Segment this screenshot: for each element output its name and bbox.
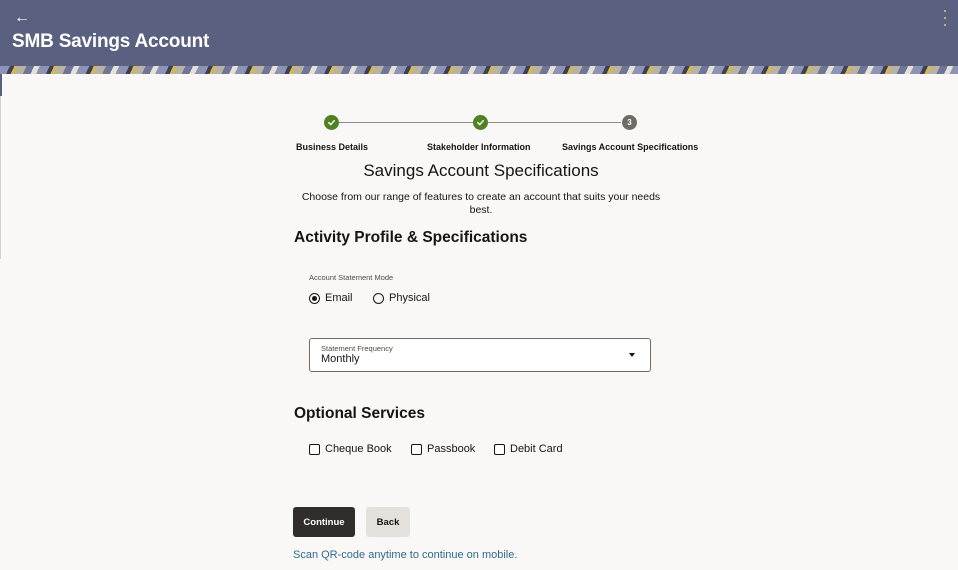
back-arrow-icon[interactable]: ← <box>14 8 34 28</box>
radio-unselected-icon[interactable] <box>373 292 384 304</box>
statement-frequency-label: Statement Frequency <box>321 344 393 353</box>
statement-mode-email-radio[interactable]: Email <box>309 292 353 304</box>
optional-services-heading: Optional Services <box>294 405 425 422</box>
stepper-connector <box>488 122 621 123</box>
checkbox-icon[interactable] <box>494 443 505 455</box>
side-indicator <box>0 74 2 96</box>
page-title: Savings Account Specifications <box>363 161 599 180</box>
continue-button[interactable]: Continue <box>293 507 355 537</box>
checkbox-label: Passbook <box>427 443 476 455</box>
stepper-connector <box>339 122 474 123</box>
app-header: ← SMB Savings Account <box>0 0 958 66</box>
statement-frequency-value: Monthly <box>321 353 360 365</box>
page-subtitle: Choose from our range of features to cre… <box>301 191 661 216</box>
statement-frequency-select[interactable]: Statement Frequency Monthly <box>309 338 651 372</box>
passbook-checkbox[interactable]: Passbook <box>411 443 475 455</box>
back-button[interactable]: Back <box>366 507 410 537</box>
radio-label: Physical <box>389 292 430 304</box>
step-1-complete-icon <box>324 115 339 130</box>
activity-profile-heading: Activity Profile & Specifications <box>294 229 528 246</box>
statement-mode-physical-radio[interactable]: Physical <box>373 292 430 304</box>
app-title: SMB Savings Account <box>12 31 210 52</box>
kebab-menu-icon[interactable] <box>940 10 950 26</box>
debit-card-checkbox[interactable]: Debit Card <box>494 443 563 455</box>
cheque-book-checkbox[interactable]: Cheque Book <box>309 443 392 455</box>
radio-selected-icon[interactable] <box>309 292 320 304</box>
step-2-label: Stakeholder Information <box>427 142 531 152</box>
radio-label: Email <box>325 292 353 304</box>
step-3-current-marker: 3 <box>622 115 637 130</box>
statement-mode-label: Account Statement Mode <box>309 273 394 282</box>
step-2-complete-icon <box>473 115 488 130</box>
side-divider <box>0 74 1 259</box>
checkbox-label: Debit Card <box>510 443 563 455</box>
qr-code-link[interactable]: Scan QR-code anytime to continue on mobi… <box>293 549 517 561</box>
decorative-banner <box>0 66 958 74</box>
checkbox-icon[interactable] <box>309 443 320 455</box>
step-1-label: Business Details <box>296 142 369 152</box>
checkbox-label: Cheque Book <box>325 443 392 455</box>
checkbox-icon[interactable] <box>411 443 422 455</box>
step-3-label: Savings Account Specifications <box>562 142 699 152</box>
chevron-down-icon[interactable] <box>629 353 635 357</box>
